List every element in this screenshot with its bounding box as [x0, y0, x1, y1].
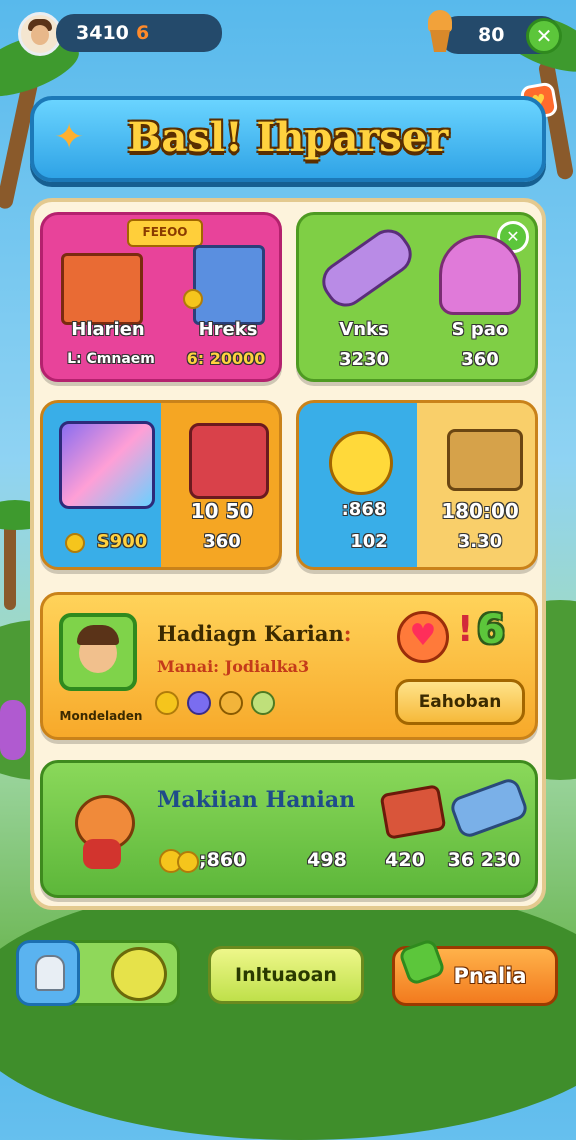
gem-row [155, 687, 285, 717]
item-name: S pao [451, 319, 509, 340]
item-name: 10 50 [190, 499, 254, 523]
reward-avatar [59, 613, 137, 691]
item-price: 102 [350, 531, 388, 552]
meal-value: 498 [307, 849, 347, 871]
heart-icon: ♥ [397, 611, 449, 663]
player-level: 6 [136, 22, 150, 44]
avatar-caption: Mondeladen [59, 709, 143, 723]
shop-card-tools[interactable]: ✕ Vnks S pao 3230 360 [296, 212, 538, 382]
item-name: 180:00 [441, 499, 519, 523]
item-price: 3.30 [457, 531, 503, 552]
item-name: :868 [341, 499, 387, 520]
title-banner: ✦ Basl! Ihparser [30, 96, 546, 182]
toolbox-red-icon [61, 253, 143, 325]
item-name: Hreks [198, 319, 258, 340]
player-score-pill: 3410 6 [56, 14, 222, 52]
flashlight-icon [314, 221, 420, 315]
item-price: L: Cmnaem [67, 351, 155, 367]
shop-card-treasure[interactable]: :868 180:00 102 3.30 [296, 400, 538, 570]
add-currency-button[interactable]: ✕ [526, 18, 562, 54]
item-name: Vnks [339, 319, 389, 340]
reward-title-text: Hadiagn Karian [157, 621, 344, 646]
chick-mascot-icon [111, 947, 167, 1001]
toolbox-blue-icon [193, 245, 265, 325]
treasure-chest-icon [447, 429, 523, 491]
shop-card-crates[interactable]: 10 50 S900 360 [40, 400, 282, 570]
meal-value: 36 230 [447, 849, 521, 871]
reward-title: Hadiagn Karian: [157, 621, 352, 646]
item-price: 360 [203, 531, 241, 552]
monster-decoration [0, 700, 26, 760]
page-title: Basl! Ihparser [127, 114, 449, 161]
nav-home-button[interactable] [16, 940, 180, 1006]
item-price: 360 [461, 349, 499, 370]
player-score: 3410 [76, 22, 129, 44]
drink-cup-icon [379, 784, 447, 840]
nav-center-button[interactable]: Inltuaoan [208, 946, 364, 1004]
currency-value: 80 [478, 24, 505, 46]
reward-title-suffix: : [343, 621, 352, 646]
nav-right-label: Pnalia [453, 964, 527, 988]
shop-card-toolkits[interactable]: FEEOO Hlarien Hreks L: Cmnaem 6: 20000 [40, 212, 282, 382]
daily-meal-card: Makiian Hanian ;860 498 420 36 230 [40, 760, 538, 898]
item-price: S900 [96, 531, 148, 552]
fox-mascot-icon [67, 783, 137, 869]
nav-right-button[interactable]: Pnalia [392, 937, 558, 1006]
blue-tool-icon [447, 775, 531, 841]
pink-bag-icon [439, 235, 521, 315]
red-machine-icon [189, 423, 269, 499]
magic-crate-icon [59, 421, 155, 509]
item-name: Hlarien [71, 319, 145, 340]
cupcake-icon [424, 10, 456, 54]
meal-title: Makiian Hanian [157, 787, 356, 813]
reward-subtitle: Manai: Jodialka3 [157, 657, 310, 676]
sale-badge: FEEOO [127, 219, 203, 247]
bell-icon [16, 940, 80, 1006]
item-price: 6: 20000 [186, 349, 266, 368]
claim-button[interactable]: Eahoban [395, 679, 525, 725]
meal-value: ;860 [199, 849, 247, 871]
reward-count: 6 [477, 607, 505, 653]
item-price: 3230 [338, 349, 390, 370]
sun-creature-icon [329, 431, 393, 495]
reward-exclaim: ! [457, 609, 474, 650]
daily-reward-card: Mondeladen Hadiagn Karian: Manai: Jodial… [40, 592, 538, 740]
meal-value: 420 [385, 849, 425, 871]
